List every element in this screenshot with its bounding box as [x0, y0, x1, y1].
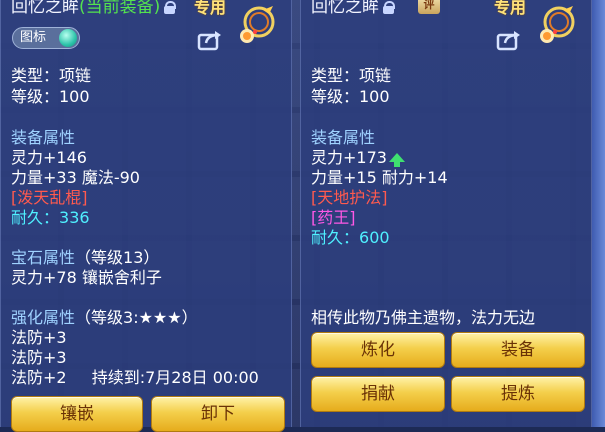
enhance-attributes-header: 强化属性 — [11, 308, 76, 327]
share-icon[interactable] — [197, 29, 223, 51]
equip-attributes-header: 装备属性 — [11, 128, 76, 147]
compare-item-tooltip: 回忆之眸 评 专用 类型：项链 等级：100 装备属性 灵力+173 力量+15… — [300, 0, 592, 427]
enhance-line-timed: 法防+2 持续到:7月28日 00:00 — [11, 368, 259, 388]
necklace-item-icon — [540, 6, 575, 43]
toggle-knob — [59, 29, 77, 47]
enhance-line: 法防+2 — [11, 368, 67, 387]
gem-attributes-header: 宝石属性 — [11, 248, 76, 267]
lock-icon — [383, 1, 395, 14]
exclusive-label: 专用 — [194, 0, 227, 17]
item-level: 等级：100 — [11, 87, 90, 106]
gem-attributes: 宝石属性（等级13） — [11, 248, 159, 268]
current-equip-status: (当前装备) — [79, 0, 161, 17]
durability: 耐久：336 — [11, 208, 90, 228]
right-edge-frame — [592, 0, 605, 427]
item-description: 相传此物乃佛主遗物，法力无边 — [311, 308, 536, 327]
item-skill: [天地护法] — [311, 188, 388, 207]
durability-value: 600 — [359, 228, 390, 247]
item-type: 类型：项链 — [11, 66, 92, 85]
item-type: 类型：项链 — [311, 66, 392, 85]
refine-button[interactable]: 炼化 — [311, 332, 445, 368]
attribute-strength-stamina: 力量+15 耐力+14 — [311, 168, 448, 187]
enhance-attributes: 强化属性（等级3:★★★） — [11, 308, 198, 328]
rating-seal-icon: 评 — [418, 0, 440, 14]
item-skill: [泼天乱棍] — [11, 188, 88, 207]
attribute-spirit: 灵力+146 — [11, 148, 87, 167]
equip-attributes-header: 装备属性 — [311, 128, 376, 147]
item-title: 回忆之眸(当前装备) — [11, 0, 177, 20]
durability-value: 336 — [59, 208, 90, 227]
enhance-level: （等级3:★★★） — [75, 308, 198, 327]
item-title: 回忆之眸 — [311, 0, 395, 20]
enhance-line: 法防+3 — [11, 328, 67, 347]
arrow-up-icon — [388, 153, 405, 167]
attribute-spirit: 灵力+173 — [311, 148, 387, 167]
gem-level: （等级13） — [75, 248, 160, 267]
necklace-item-icon — [240, 6, 275, 43]
attribute-strength-magic: 力量+33 魔法-90 — [11, 168, 140, 187]
extract-button[interactable]: 提炼 — [451, 376, 585, 412]
exclusive-label: 专用 — [494, 0, 527, 17]
equip-button[interactable]: 装备 — [451, 332, 585, 368]
attribute-spirit-row: 灵力+173 — [311, 148, 405, 168]
item-special: [药王] — [311, 208, 356, 227]
icon-toggle[interactable]: 图标 — [12, 27, 80, 49]
donate-button[interactable]: 捐献 — [311, 376, 445, 412]
enhance-line: 法防+3 — [11, 348, 67, 367]
durability: 耐久：600 — [311, 228, 390, 248]
equipped-item-tooltip: 回忆之眸(当前装备) 专用 图标 类型：项链 等级：100 装备属性 灵力+14… — [0, 0, 292, 432]
item-name: 回忆之眸 — [311, 0, 379, 17]
durability-label: 耐久： — [11, 208, 60, 227]
item-level: 等级：100 — [311, 87, 390, 106]
share-icon[interactable] — [496, 29, 522, 51]
enhance-duration: 持续到:7月28日 00:00 — [91, 368, 259, 387]
lock-icon — [164, 1, 177, 14]
durability-label: 耐久： — [311, 228, 360, 247]
gem-effect: 灵力+78 镶嵌舍利子 — [11, 268, 162, 287]
item-name: 回忆之眸 — [11, 0, 79, 17]
icon-toggle-label: 图标 — [20, 30, 47, 45]
